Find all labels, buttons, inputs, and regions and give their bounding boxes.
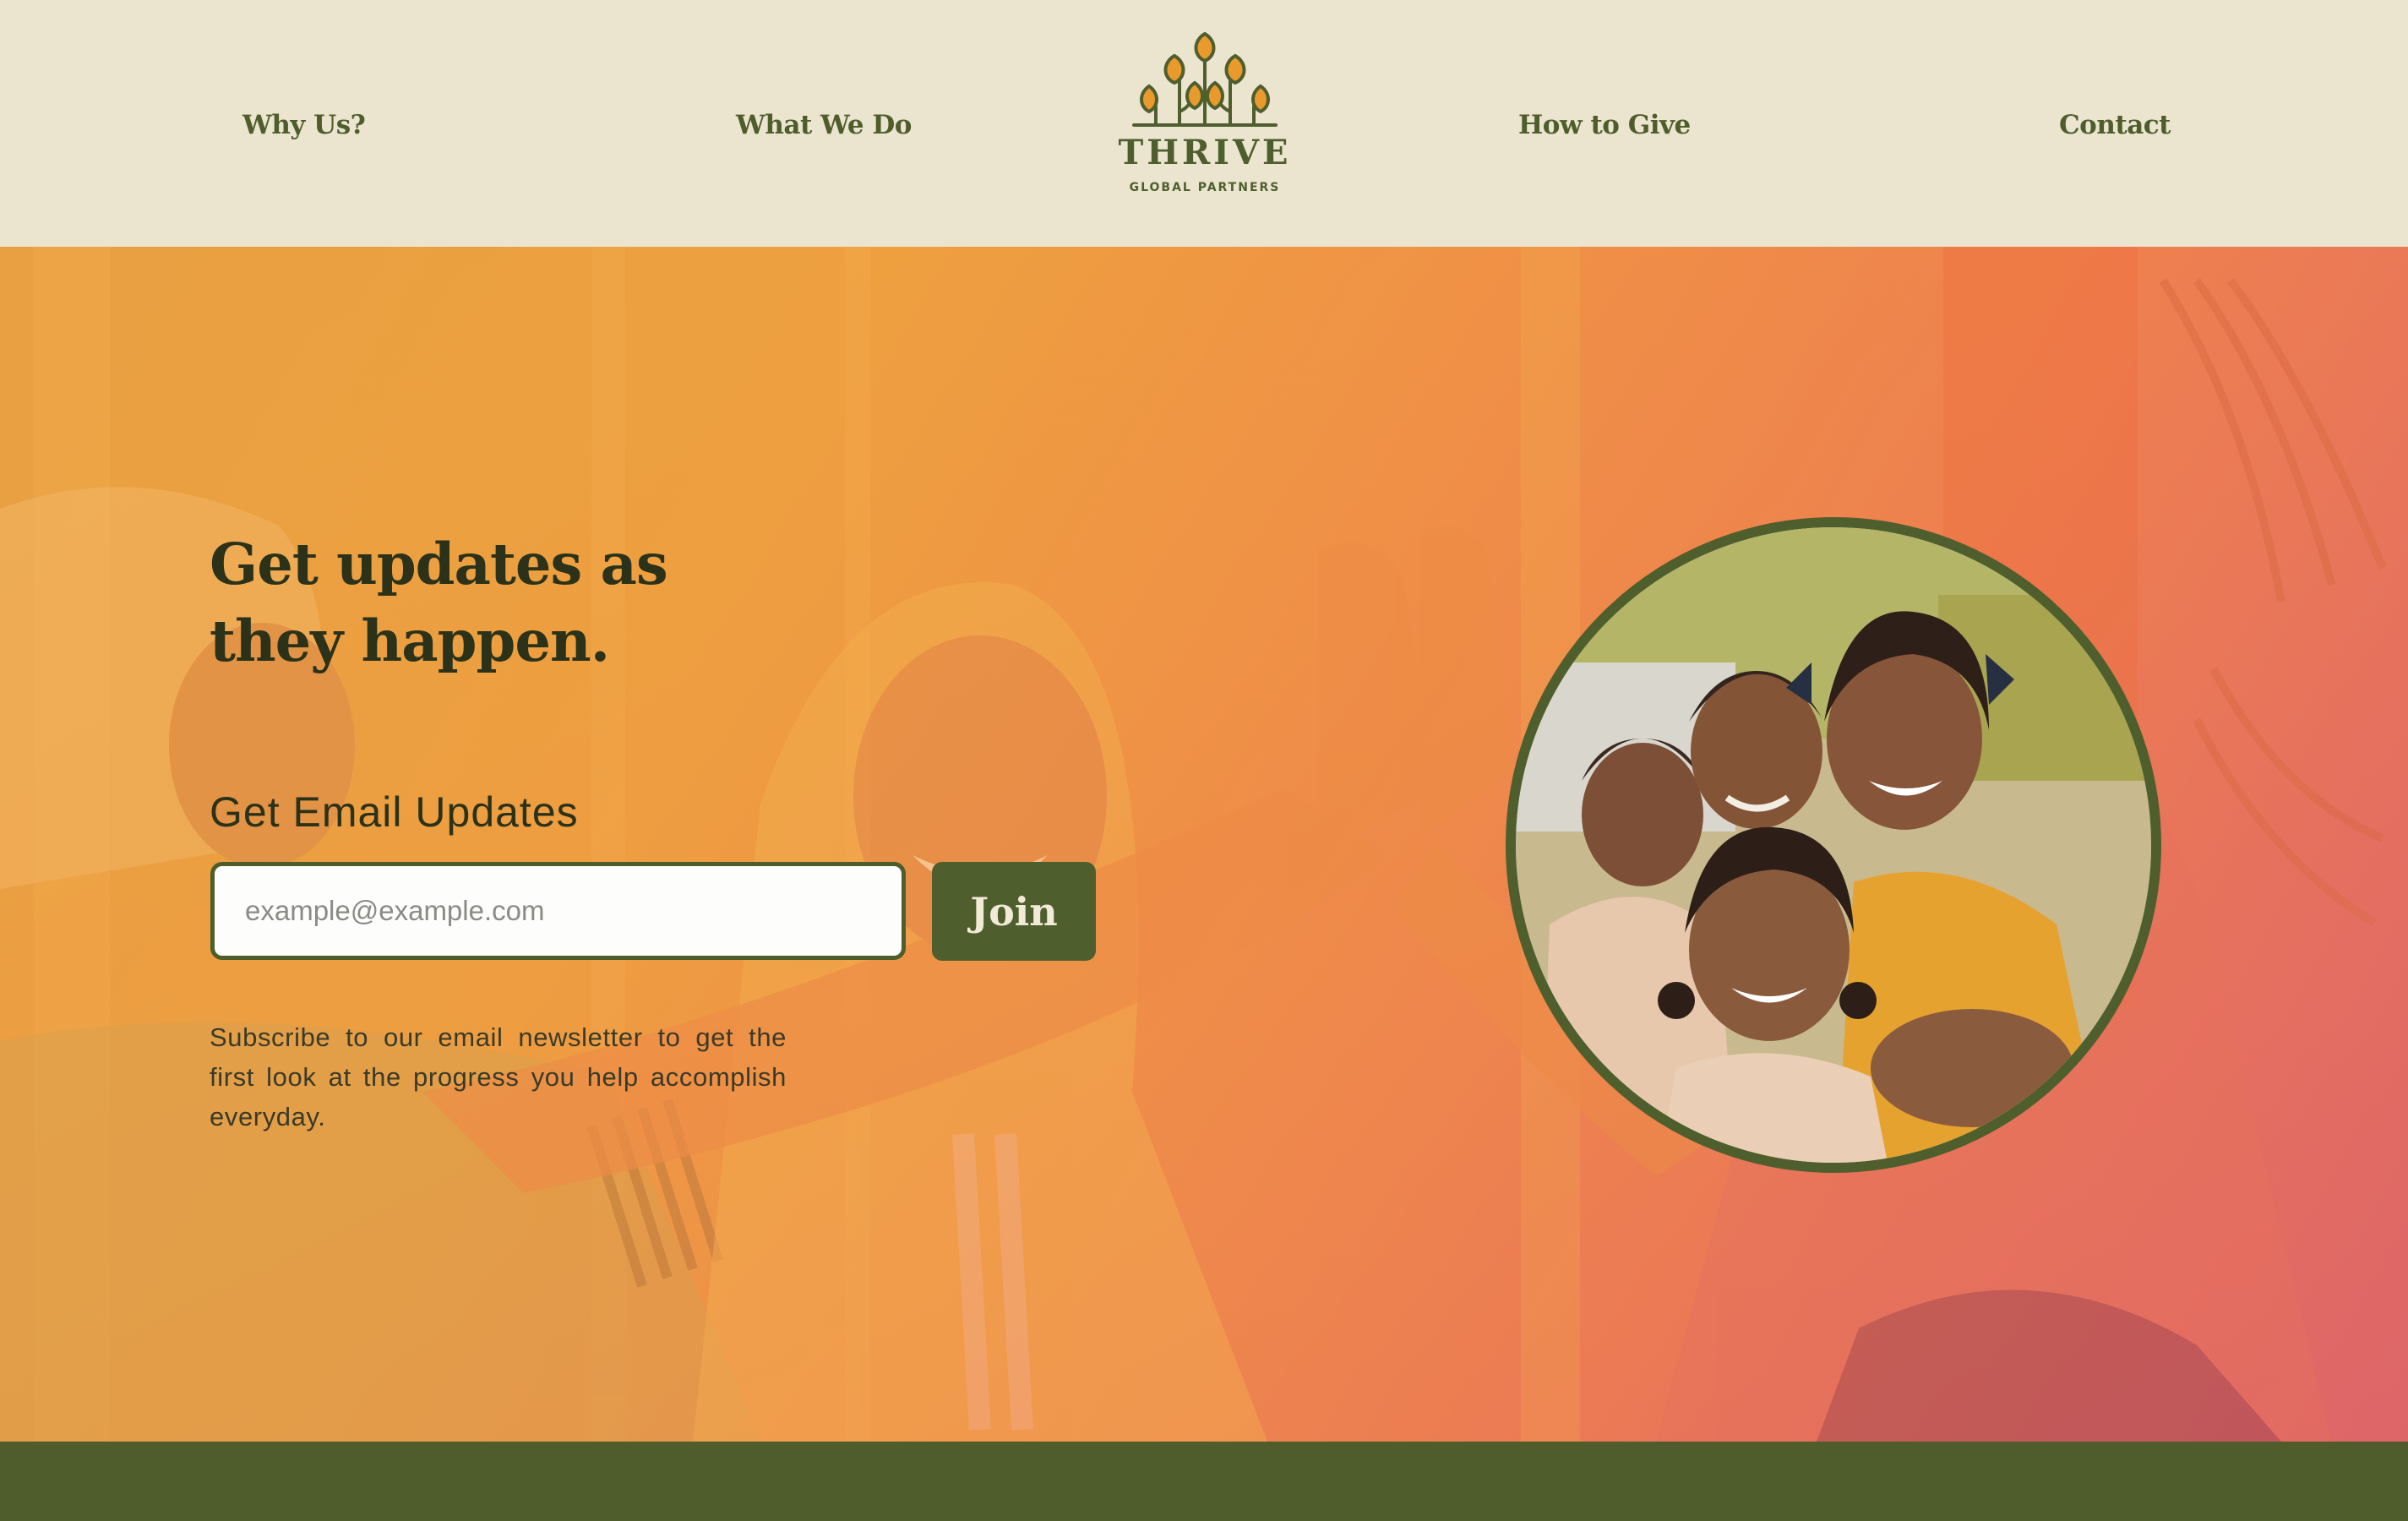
logo-wordmark: THRIVE	[1118, 133, 1291, 172]
nav-contact[interactable]: Contact	[2059, 106, 2171, 144]
sprout-logo-icon: THRIVE GLOBAL PARTNERS	[1118, 31, 1291, 194]
nav-what-we-do[interactable]: What We Do	[736, 106, 912, 144]
join-button[interactable]: Join	[932, 862, 1096, 961]
children-photo	[1506, 517, 2161, 1173]
newsletter-hero: Get updates as they happen. Get Email Up…	[0, 247, 2408, 1442]
smiling-children-image	[1516, 527, 2151, 1163]
nav-how-to-give[interactable]: How to Give	[1518, 106, 1691, 144]
site-header: Why Us? What We Do How to Give Contact T…	[0, 0, 2408, 247]
headline-line-1: Get updates as	[210, 531, 668, 597]
footer-band	[0, 1442, 2408, 1521]
email-updates-label: Get Email Updates	[210, 788, 579, 836]
logo-tagline: GLOBAL PARTNERS	[1130, 181, 1281, 194]
headline-line-2: they happen.	[210, 608, 610, 674]
thrive-logo[interactable]: THRIVE GLOBAL PARTNERS	[1112, 30, 1298, 208]
hero-headline: Get updates as they happen.	[210, 526, 716, 679]
subscribe-description: Subscribe to our email newsletter to get…	[210, 1022, 787, 1131]
email-input[interactable]	[210, 862, 906, 960]
nav-why-us[interactable]: Why Us?	[242, 106, 366, 144]
